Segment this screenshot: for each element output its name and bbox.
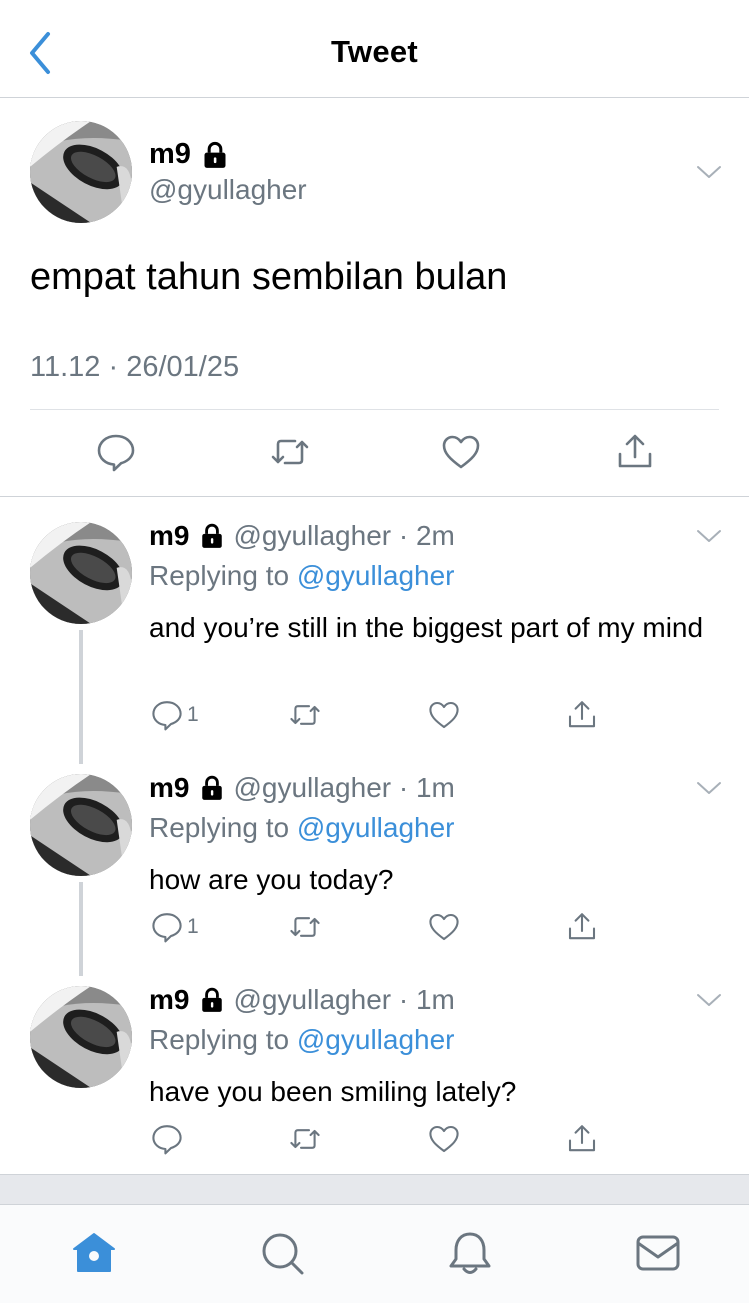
share-icon xyxy=(566,911,598,943)
like-button[interactable] xyxy=(428,1122,460,1156)
heart-icon xyxy=(428,1123,460,1155)
avatar[interactable] xyxy=(30,774,132,876)
share-icon[interactable] xyxy=(615,432,655,472)
handle-and-time: @gyullagher · 2m xyxy=(233,520,455,551)
retweet-icon xyxy=(289,699,321,731)
retweet-button[interactable] xyxy=(289,698,321,732)
heart-icon xyxy=(428,911,460,943)
retweet-button[interactable] xyxy=(289,910,321,944)
retweet-icon xyxy=(289,1123,321,1155)
lock-icon xyxy=(201,141,229,169)
comment-icon xyxy=(151,1123,183,1155)
heart-icon[interactable] xyxy=(441,432,481,472)
home-icon xyxy=(73,1233,115,1272)
comment-button[interactable]: 1 xyxy=(151,910,199,944)
replying-to: Replying to @gyullagher xyxy=(149,560,455,592)
chevron-down-icon[interactable] xyxy=(696,528,722,544)
divider xyxy=(30,409,719,410)
author-name[interactable]: m9 xyxy=(149,984,189,1016)
comment-button[interactable] xyxy=(151,1122,183,1156)
replying-to: Replying to @gyullagher xyxy=(149,812,455,844)
author-handle[interactable]: @gyullagher xyxy=(149,174,307,206)
search-icon xyxy=(262,1233,304,1275)
mention-link[interactable]: @gyullagher xyxy=(297,1024,455,1055)
reply-count: 1 xyxy=(187,703,199,726)
tab-search[interactable] xyxy=(258,1229,306,1277)
tweet-timestamp: 11.12 · 26/01/25 xyxy=(30,351,240,383)
retweet-icon xyxy=(289,911,321,943)
reply-tweet[interactable]: m9 @gyullagher · 1m Replying to @gyullag… xyxy=(0,764,749,976)
chevron-down-icon[interactable] xyxy=(696,780,722,796)
handle-and-time: @gyullagher · 1m xyxy=(233,984,455,1015)
chevron-down-icon[interactable] xyxy=(696,992,722,1008)
share-button[interactable] xyxy=(566,910,598,944)
lock-icon xyxy=(199,523,225,549)
retweet-icon[interactable] xyxy=(270,432,310,472)
notifications-icon xyxy=(449,1232,491,1274)
mention-link[interactable]: @gyullagher xyxy=(297,812,455,843)
comment-button[interactable]: 1 xyxy=(151,698,199,732)
chevron-down-icon[interactable] xyxy=(696,164,722,180)
reply-text: how are you today? xyxy=(149,864,394,895)
replying-to-label: Replying to xyxy=(149,1024,290,1055)
share-icon xyxy=(566,1123,598,1155)
share-button[interactable] xyxy=(566,698,598,732)
bottom-tab-bar xyxy=(0,1204,749,1303)
avatar[interactable] xyxy=(30,522,132,624)
like-button[interactable] xyxy=(428,698,460,732)
author-name-text: m9 xyxy=(149,138,191,170)
replying-to-label: Replying to xyxy=(149,812,290,843)
author-name[interactable]: m9 xyxy=(149,520,189,552)
section-divider xyxy=(0,1174,749,1205)
author-name[interactable]: m9 xyxy=(149,772,189,804)
tab-notifications[interactable] xyxy=(446,1229,494,1277)
mention-link[interactable]: @gyullagher xyxy=(297,560,455,591)
share-icon xyxy=(566,699,598,731)
retweet-button[interactable] xyxy=(289,1122,321,1156)
comment-icon xyxy=(151,911,183,943)
reply-count: 1 xyxy=(187,915,199,938)
tab-messages[interactable] xyxy=(634,1229,682,1277)
lock-icon xyxy=(199,987,225,1013)
reply-text: have you been smiling lately? xyxy=(149,1076,517,1107)
tab-home[interactable] xyxy=(70,1229,118,1277)
like-button[interactable] xyxy=(428,910,460,944)
comment-icon[interactable] xyxy=(96,432,136,472)
page-title: Tweet xyxy=(330,34,419,69)
reply-tweet[interactable]: m9 @gyullagher · 2m Replying to @gyullag… xyxy=(0,512,749,764)
heart-icon xyxy=(428,699,460,731)
share-button[interactable] xyxy=(566,1122,598,1156)
handle-and-time: @gyullagher · 1m xyxy=(233,772,455,803)
reply-text: and you’re still in the biggest part of … xyxy=(149,612,704,643)
avatar[interactable] xyxy=(30,121,132,223)
avatar[interactable] xyxy=(30,986,132,1088)
reply-tweet[interactable]: m9 @gyullagher · 1m Replying to @gyullag… xyxy=(0,976,749,1174)
replying-to: Replying to @gyullagher xyxy=(149,1024,455,1056)
top-navigation-bar: Tweet xyxy=(0,0,749,98)
thread-line xyxy=(79,630,83,764)
messages-icon xyxy=(636,1235,680,1271)
main-tweet: m9 @gyullagher empat tahun sembilan bula… xyxy=(0,98,749,497)
author-name[interactable]: m9 xyxy=(149,138,229,171)
tweet-text: empat tahun sembilan bulan xyxy=(30,256,508,298)
replying-to-label: Replying to xyxy=(149,560,290,591)
comment-icon xyxy=(151,699,183,731)
lock-icon xyxy=(199,775,225,801)
